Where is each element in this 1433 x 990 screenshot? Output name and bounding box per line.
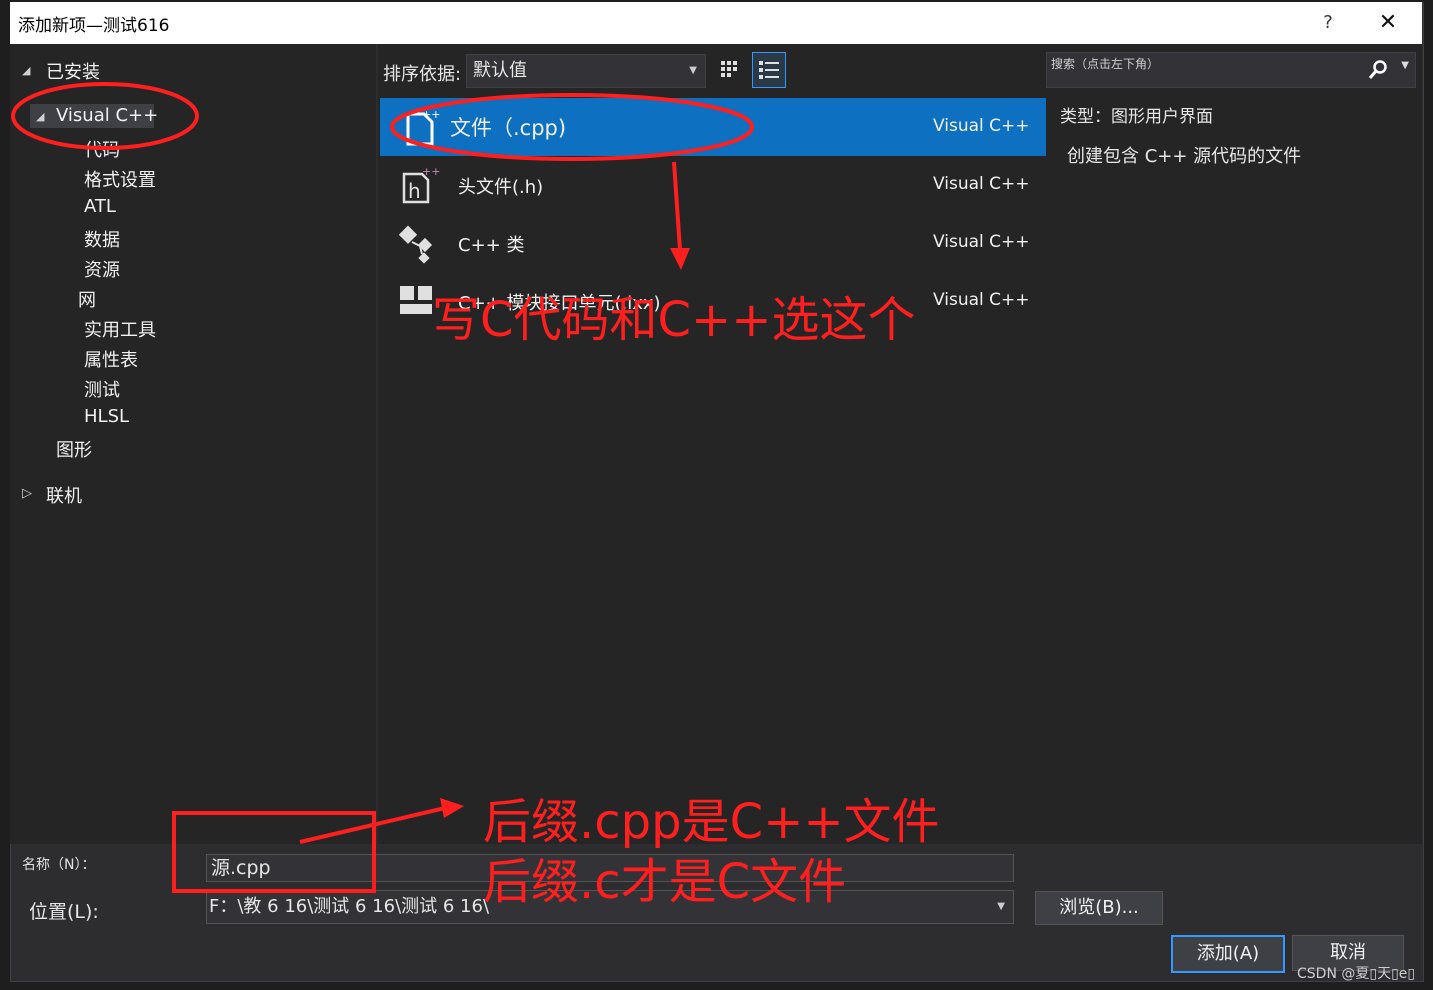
template-name: 头文件(.h) [458, 177, 544, 198]
template-row-header-file[interactable]: h ++ 头文件(.h) Visual C++ [380, 156, 1046, 214]
template-language: Visual C++ [933, 116, 1030, 136]
tree-item-graphics[interactable]: 图形 [56, 436, 92, 462]
template-row-cpp-class[interactable]: C++ 类 Visual C++ [380, 214, 1046, 272]
grid-view-icon [721, 61, 737, 77]
template-name: 文件（.cpp) [450, 116, 567, 140]
title-bar: 添加新项—测试616 ? ✕ [10, 2, 1422, 44]
tree-item-web[interactable]: 网 [78, 286, 96, 312]
header-file-icon: h ++ [402, 165, 440, 204]
grid-view-button[interactable] [716, 54, 746, 86]
name-label: 名称（N）： [22, 857, 96, 873]
tree-item-utility[interactable]: 实用工具 [84, 316, 156, 342]
tree-item-hlsl[interactable]: HLSL [84, 406, 129, 427]
svg-text:++: ++ [422, 165, 440, 178]
svg-text:++: ++ [422, 108, 440, 121]
tree-item-atl[interactable]: ATL [84, 196, 116, 217]
watermark: CSDN @夏▯天▯e▯ [1297, 966, 1416, 982]
annotation-text-top: 写C代码和C++选这个 [432, 292, 916, 348]
tree-item-data[interactable]: 数据 [84, 226, 120, 252]
location-value: F：\教 6 16\测试 6 16\测试 6 16\ [209, 896, 490, 917]
help-button[interactable]: ? [1308, 8, 1348, 38]
search-placeholder: 搜索（点击左下角） [1051, 57, 1160, 71]
name-field-value: 源.cpp [211, 857, 271, 879]
add-button[interactable]: 添加(A) [1171, 935, 1285, 973]
search-icon[interactable] [1367, 59, 1389, 81]
tree-item-online[interactable]: 联机 [46, 482, 82, 508]
annotation-text-bottom-2: 后缀.c才是C文件 [483, 854, 847, 910]
chevron-down-icon: ▼ [689, 65, 697, 76]
window-title: 添加新项—测试616 [18, 16, 170, 36]
sort-dropdown[interactable]: 默认值 ▼ [466, 54, 706, 88]
list-view-button[interactable] [752, 52, 786, 88]
tree-item-visual-cpp[interactable]: Visual C++ [56, 105, 158, 126]
expand-icon[interactable]: ◢ [22, 64, 30, 77]
search-input[interactable]: 搜索（点击左下角） ▼ [1046, 52, 1416, 88]
list-view-icon [759, 61, 779, 79]
expand-icon[interactable]: ◢ [36, 110, 44, 123]
collapsed-icon[interactable]: ▷ [22, 486, 32, 501]
svg-text:h: h [408, 179, 421, 203]
tree-item-code[interactable]: 代码 [84, 136, 120, 162]
template-language: Visual C++ [933, 232, 1030, 252]
template-language: Visual C++ [933, 290, 1030, 310]
template-type: 类型：图形用户界面 [1060, 107, 1213, 127]
tree-item-installed[interactable]: 已安装 [46, 58, 100, 84]
cpp-file-icon: ++ [406, 108, 440, 146]
tree-item-resource[interactable]: 资源 [84, 256, 120, 282]
location-label: 位置(L): [29, 901, 99, 923]
sort-dropdown-value: 默认值 [473, 60, 527, 81]
browse-button[interactable]: 浏览(B)... [1035, 891, 1163, 925]
template-description: 创建包含 C++ 源代码的文件 [1067, 146, 1302, 167]
tree-item-test[interactable]: 测试 [84, 376, 120, 402]
template-row-cpp-file[interactable]: ++ 文件（.cpp) Visual C++ [380, 98, 1046, 156]
tree-item-property-sheet[interactable]: 属性表 [84, 346, 138, 372]
template-language: Visual C++ [933, 174, 1030, 194]
tree-item-formatting[interactable]: 格式设置 [84, 166, 156, 192]
template-name: C++ 类 [458, 235, 525, 256]
chevron-down-icon[interactable]: ▼ [1401, 60, 1409, 71]
sort-label: 排序依据: [383, 64, 462, 85]
class-icon [398, 225, 433, 264]
close-button[interactable]: ✕ [1368, 8, 1408, 38]
category-tree: ◢ 已安装 ◢ Visual C++ 代码 格式设置 ATL 数据 资源 网 实… [10, 44, 376, 844]
chevron-down-icon: ▼ [997, 901, 1005, 912]
